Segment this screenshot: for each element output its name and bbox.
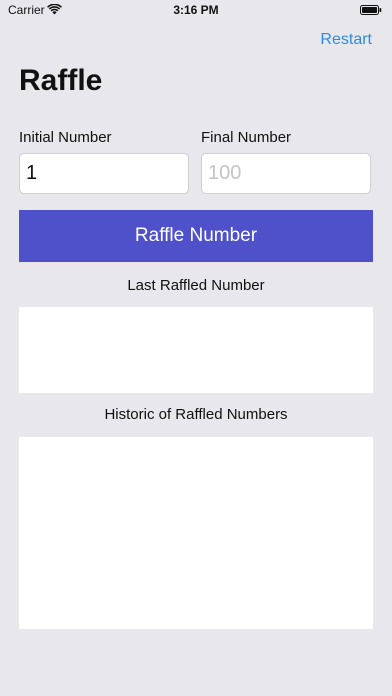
status-time: 3:16 PM [173,3,219,17]
final-number-input[interactable] [201,153,371,194]
raffle-number-button[interactable]: Raffle Number [19,210,373,262]
initial-number-input[interactable] [19,153,189,194]
battery-icon [360,5,382,15]
initial-number-label: Initial Number [19,129,112,146]
page-title: Raffle [19,64,103,97]
status-bar: Carrier 3:16 PM [0,0,392,22]
last-raffled-number-box [19,307,373,393]
history-list[interactable] [19,437,373,629]
last-raffled-heading: Last Raffled Number [127,277,265,294]
final-number-label: Final Number [201,129,292,146]
restart-button[interactable]: Restart [320,31,372,49]
history-heading: Historic of Raffled Numbers [104,406,288,423]
